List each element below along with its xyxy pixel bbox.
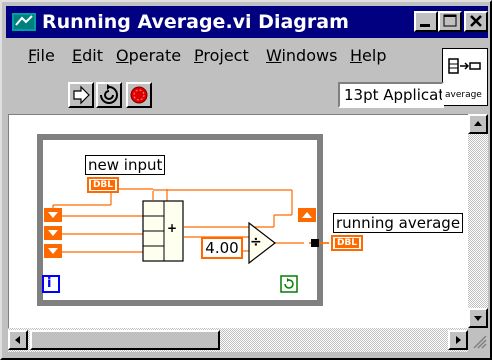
title-bar[interactable]: Running Average.vi Diagram (6, 6, 488, 38)
iteration-symbol: i (47, 276, 52, 291)
arrow-down-icon (474, 316, 482, 321)
run-continuously-button[interactable] (96, 82, 122, 108)
run-arrow-icon (73, 85, 90, 105)
menu-file[interactable]: File (28, 46, 55, 65)
scroll-up-button[interactable] (468, 114, 488, 134)
minimize-button[interactable] (414, 11, 438, 32)
horizontal-scroll-thumb[interactable] (30, 330, 220, 350)
numeric-constant[interactable]: 4.00 (201, 237, 243, 259)
menu-edit[interactable]: Edit (72, 46, 103, 65)
labview-diagram-icon (12, 13, 36, 31)
menu-windows[interactable]: Windows (266, 46, 337, 65)
close-icon (470, 15, 482, 27)
maximize-button[interactable] (438, 11, 462, 32)
arrow-up-icon (474, 121, 482, 126)
arrow-left-icon (15, 336, 20, 344)
indicator-label[interactable]: running average (333, 213, 464, 233)
indicator-terminal[interactable]: DBL (331, 235, 363, 251)
menu-project[interactable]: Project (194, 46, 249, 65)
minimize-icon (420, 24, 430, 27)
maximize-icon (443, 14, 457, 27)
vi-icon-label: average (445, 90, 482, 100)
abort-execution-icon (130, 86, 148, 104)
abort-execution-button[interactable] (126, 82, 152, 108)
scroll-right-button[interactable] (448, 330, 468, 350)
vi-connector-icon[interactable]: average (442, 48, 488, 106)
scroll-down-button[interactable] (468, 308, 488, 328)
run-button[interactable] (68, 82, 94, 108)
block-diagram-canvas[interactable]: new input DBL running average DBL 4.00 +… (8, 114, 469, 329)
control-label[interactable]: new input (85, 155, 166, 175)
menu-bar: File Edit Operate Project Windows Help (6, 40, 442, 70)
font-ring-value: 13pt Application Font (344, 86, 444, 104)
divide-symbol: ÷ (250, 234, 262, 250)
menu-operate[interactable]: Operate (116, 46, 181, 65)
window-title: Running Average.vi Diagram (42, 11, 349, 33)
arrow-right-icon (456, 336, 461, 344)
vertical-scrollbar[interactable] (468, 114, 488, 328)
font-ring[interactable]: 13pt Application Font (338, 82, 444, 108)
toolbar: 13pt Application Font (6, 72, 444, 110)
horizontal-scrollbar[interactable] (8, 328, 468, 352)
diagram-window: Running Average.vi Diagram File Edit Ope… (0, 0, 492, 360)
resize-grip[interactable] (468, 328, 488, 352)
conditional-terminal (280, 275, 298, 293)
menu-help[interactable]: Help (350, 46, 386, 65)
control-terminal[interactable]: DBL (87, 177, 119, 193)
scroll-left-button[interactable] (8, 330, 28, 350)
running-average-icon (448, 58, 481, 74)
close-button[interactable] (464, 11, 488, 32)
run-continuously-icon (100, 84, 118, 104)
resize-grip-icon (473, 335, 487, 349)
add-symbol: + (167, 221, 178, 235)
